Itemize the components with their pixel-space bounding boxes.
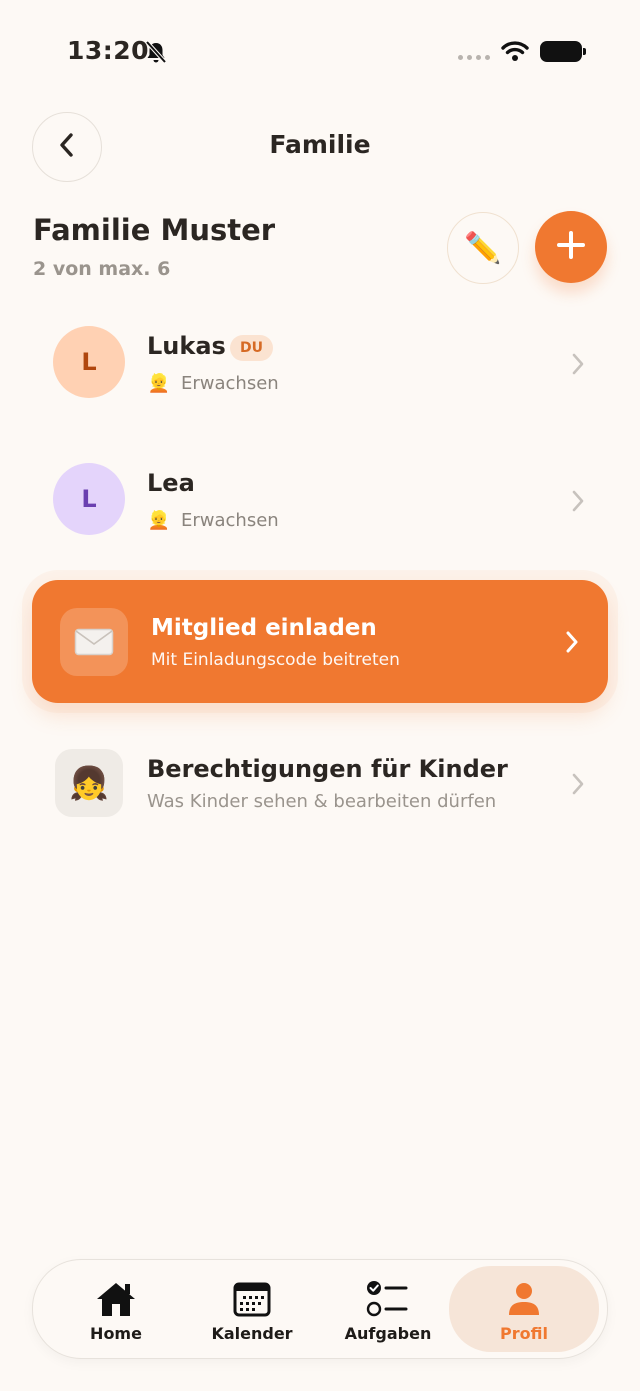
member-role-label: Erwachsen [181,509,279,531]
wifi-icon [501,40,529,66]
you-badge: DU [230,335,273,361]
member-row-lea[interactable]: L Lea 👱 Erwachsen [0,445,640,555]
edit-family-button[interactable]: ✏️ [447,212,519,284]
tab-label: Home [90,1324,142,1343]
pencil-icon: ✏️ [464,230,502,266]
member-role-label: Erwachsen [181,372,279,394]
tab-home[interactable]: Home [48,1260,184,1358]
plus-icon [555,229,587,265]
bell-off-icon [144,40,168,70]
member-role: 👱 Erwachsen [147,508,279,532]
member-role: 👱 Erwachsen [147,371,279,395]
tab-profile[interactable]: Profil [449,1266,599,1352]
cellular-signal-icon [458,55,490,60]
calendar-icon [233,1279,271,1319]
adult-icon: 👱 [147,509,171,531]
profile-icon [507,1279,541,1319]
member-row-lukas[interactable]: L Lukas 👱 Erwachsen [0,308,640,418]
add-member-button[interactable] [535,211,607,283]
permissions-subtitle: Was Kinder sehen & bearbeiten dürfen [147,791,497,812]
permissions-title[interactable]: Berechtigungen für Kinder [147,755,508,783]
tasks-icon [366,1279,410,1319]
tab-calendar[interactable]: Kalender [184,1260,320,1358]
tab-label: Profil [500,1324,548,1343]
avatar: L [53,326,125,398]
envelope-icon [60,608,128,676]
chevron-right-icon [570,489,586,517]
chevron-right-icon [564,630,580,658]
page-title: Familie [269,130,371,159]
tab-label: Kalender [211,1324,293,1343]
home-icon [94,1279,138,1319]
chevron-right-icon [570,352,586,380]
child-icon: 👧 [55,749,123,817]
member-name: Lukas [147,332,226,360]
adult-icon: 👱 [147,372,171,394]
avatar: L [53,463,125,535]
invite-member-card[interactable]: Mitglied einladen Mit Einladungscode bei… [32,580,608,703]
status-time: 13:20 [67,36,150,65]
battery-icon [540,41,586,62]
family-name: Familie Muster [33,213,276,247]
member-count: 2 von max. 6 [33,258,171,280]
tab-bar: Home Kalender Aufgaben Profil [32,1259,608,1359]
invite-title: Mitglied einladen [151,615,377,641]
chevron-right-icon[interactable] [570,772,586,800]
invite-subtitle: Mit Einladungscode beitreten [151,650,400,670]
member-name: Lea [147,469,195,497]
tab-label: Aufgaben [344,1324,432,1343]
tab-tasks[interactable]: Aufgaben [320,1260,456,1358]
